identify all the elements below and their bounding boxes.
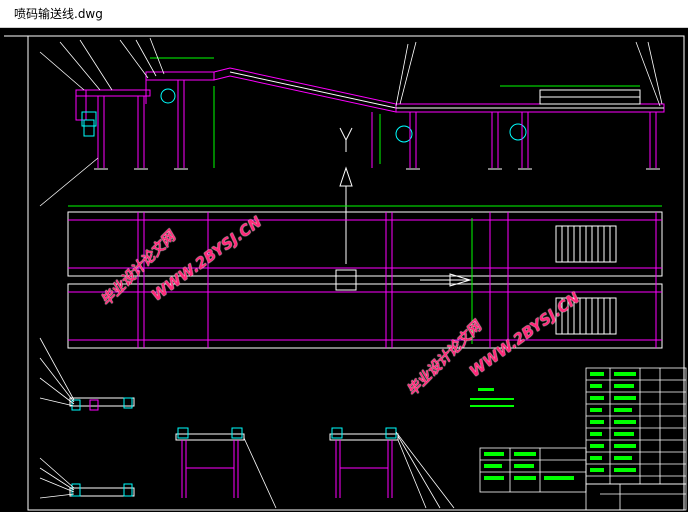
- title-bar: 喷码输送线.dwg: [0, 0, 688, 28]
- drawing-canvas[interactable]: 毕业设计论文网 WWW.2BYSJ.CN 毕业设计论文网 WWW.2BYSJ.C…: [0, 28, 688, 512]
- parts-list: [479, 367, 687, 511]
- side-view: [75, 57, 665, 170]
- cad-drawing: [4, 35, 687, 511]
- direction-arrow: [335, 127, 472, 291]
- plan-view: [67, 205, 663, 349]
- leader-lines-top: [39, 37, 663, 207]
- window-title: 喷码输送线.dwg: [14, 7, 103, 21]
